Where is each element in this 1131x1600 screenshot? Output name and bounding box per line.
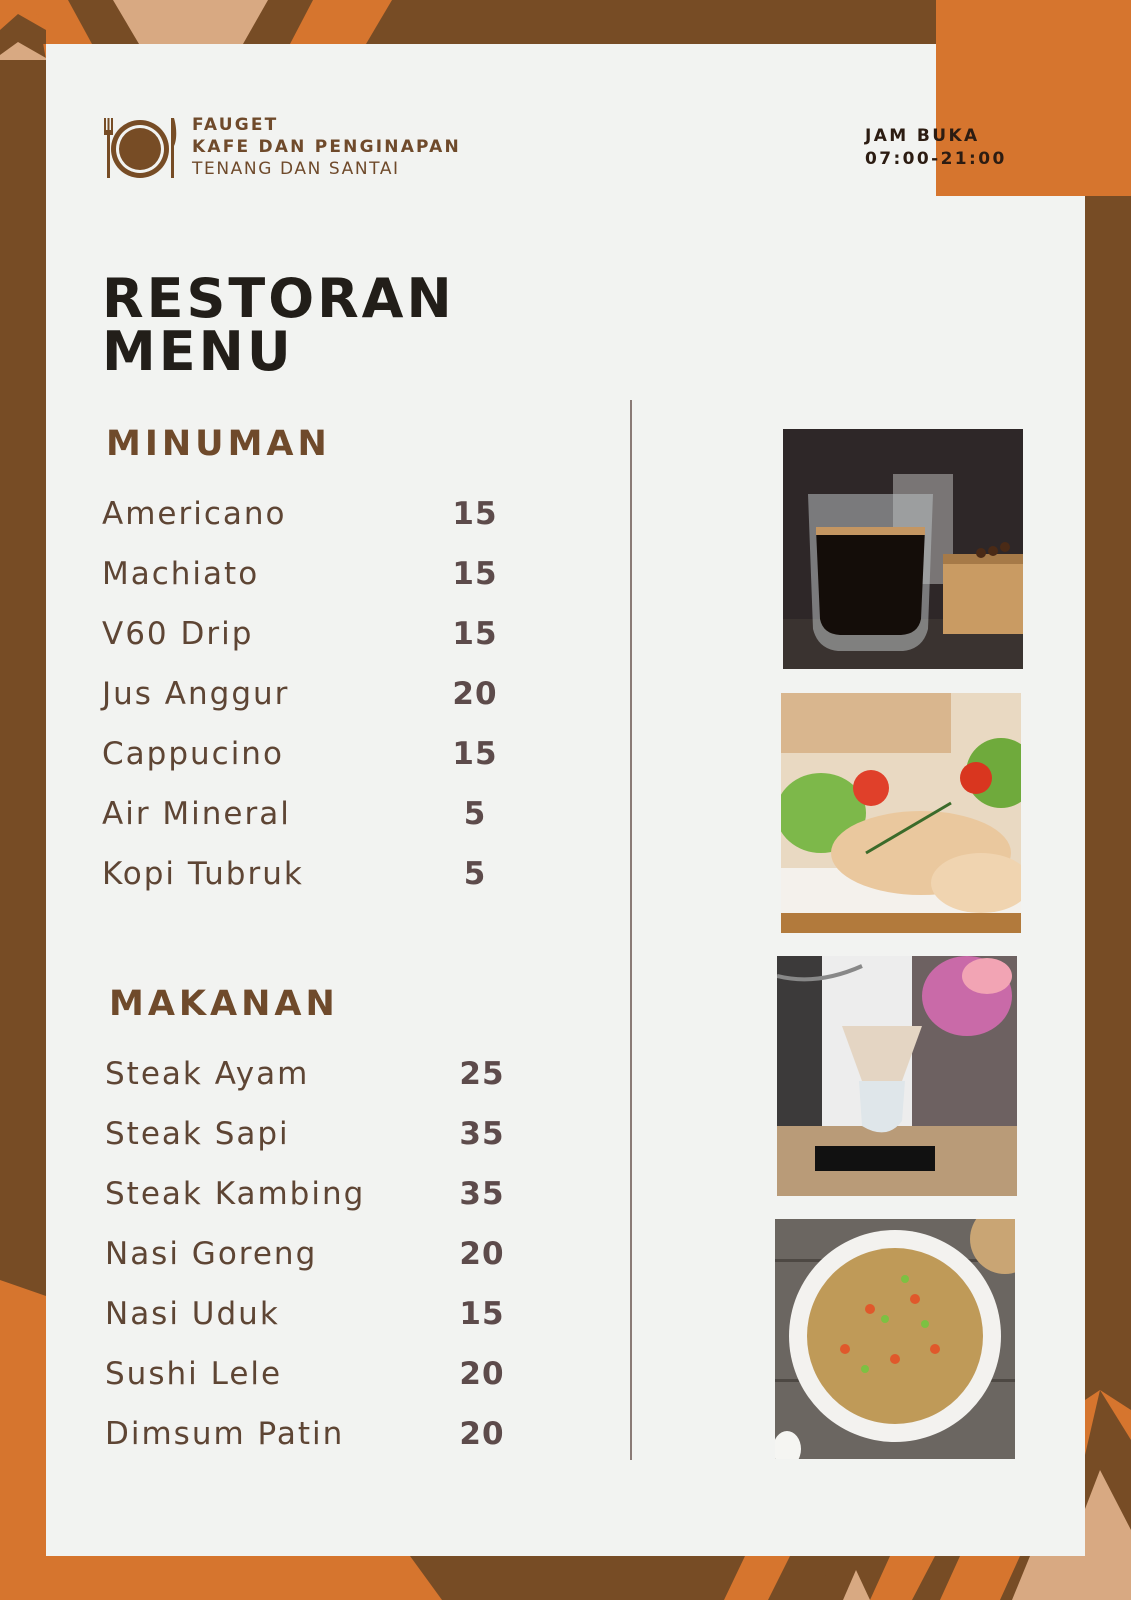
photo-black-coffee xyxy=(783,429,1023,669)
item-price: 15 xyxy=(452,496,498,532)
item-name: V60 Drip xyxy=(102,616,254,652)
item-price: 5 xyxy=(463,856,487,892)
item-price: 35 xyxy=(459,1176,505,1212)
title-line-2: MENU xyxy=(102,320,294,383)
item-name: Nasi Goreng xyxy=(105,1236,318,1272)
item-price: 15 xyxy=(452,556,498,592)
section-title-makanan: MAKANAN xyxy=(109,984,339,1024)
opening-hours: JAM BUKA 07:00-21:00 xyxy=(865,125,1007,171)
hours-label: JAM BUKA xyxy=(865,126,980,146)
item-name: Americano xyxy=(102,496,287,532)
brand-name: FAUGET xyxy=(192,115,279,135)
item-name: Jus Anggur xyxy=(102,676,290,712)
item-price: 20 xyxy=(459,1356,505,1392)
item-name: Nasi Uduk xyxy=(105,1296,280,1332)
photo-fried-rice xyxy=(775,1219,1015,1459)
page-title: RESTORAN MENU xyxy=(102,267,455,383)
coffee-glass-image xyxy=(783,429,1023,669)
chicken-salad-image xyxy=(781,693,1021,933)
item-price: 15 xyxy=(452,736,498,772)
item-name: Steak Kambing xyxy=(105,1176,366,1212)
item-price: 15 xyxy=(459,1296,505,1332)
title-line-1: RESTORAN xyxy=(102,267,455,330)
bottom-orange-strip xyxy=(0,1556,442,1600)
vertical-divider xyxy=(630,400,632,1460)
pour-over-image xyxy=(777,956,1017,1196)
item-price: 35 xyxy=(459,1116,505,1152)
item-name: Dimsum Patin xyxy=(105,1416,345,1452)
section-title-minuman: MINUMAN xyxy=(106,424,331,464)
brand-tagline: TENANG DAN SANTAI xyxy=(192,159,400,179)
item-price: 15 xyxy=(452,616,498,652)
item-price: 25 xyxy=(459,1056,505,1092)
top-stripe-tan xyxy=(113,0,268,44)
fried-rice-image xyxy=(775,1219,1015,1459)
item-name: Sushi Lele xyxy=(105,1356,283,1392)
item-name: Air Mineral xyxy=(102,796,291,832)
item-name: Machiato xyxy=(102,556,260,592)
item-name: Steak Ayam xyxy=(105,1056,310,1092)
photo-grilled-chicken xyxy=(781,693,1021,933)
item-name: Steak Sapi xyxy=(105,1116,290,1152)
item-name: Kopi Tubruk xyxy=(102,856,304,892)
hours-value: 07:00-21:00 xyxy=(865,149,1007,169)
brand-block: FAUGET KAFE DAN PENGINAPAN TENANG DAN SA… xyxy=(192,114,461,180)
item-price: 20 xyxy=(459,1236,505,1272)
brand-subtitle: KAFE DAN PENGINAPAN xyxy=(192,137,461,157)
item-name: Cappucino xyxy=(102,736,284,772)
item-price: 20 xyxy=(452,676,498,712)
item-price: 20 xyxy=(459,1416,505,1452)
plate-fork-knife-icon xyxy=(104,118,177,178)
bottom-left-orange xyxy=(0,1280,46,1600)
photo-pour-over xyxy=(777,956,1017,1196)
item-price: 5 xyxy=(463,796,487,832)
